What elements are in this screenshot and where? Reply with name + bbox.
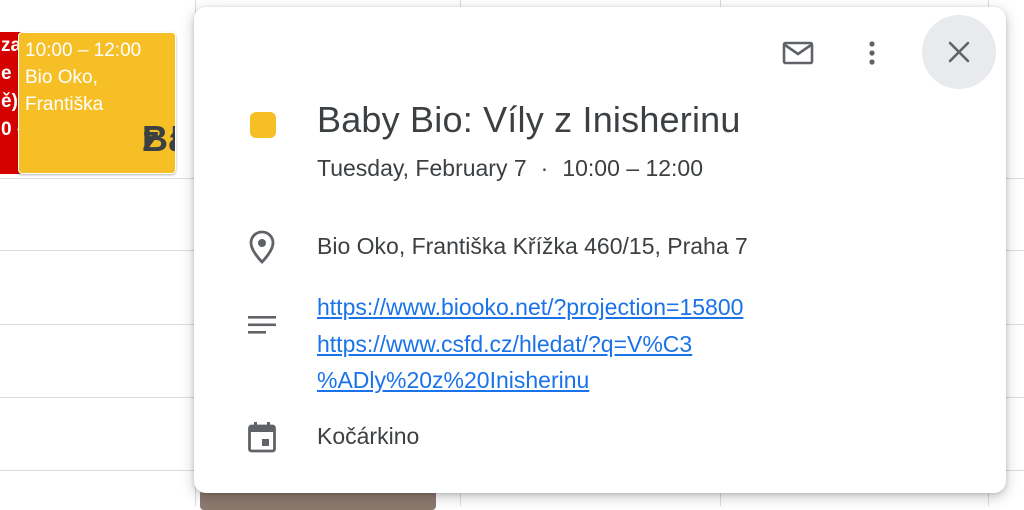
event-location: Františka [25,94,104,115]
separator-dot: · [540,155,549,181]
event-location: Bio Oko, Františka Křížka 460/15, Praha … [317,233,748,259]
event-color-swatch [250,112,276,138]
calendar-event-brown[interactable] [200,490,436,510]
email-guests-button[interactable] [776,31,820,75]
event-details-popup: Baby Bio: Víly z Inisherinu Tuesday, Feb… [194,7,1006,493]
mail-icon [782,41,814,65]
more-vert-icon [869,41,875,65]
close-icon [948,41,970,63]
calendar-icon [246,421,278,453]
event-description: https://www.biooko.net/?projection=15800… [317,289,743,399]
description-link[interactable]: %ADly%20z%20Inisherinu [317,362,743,399]
more-options-button[interactable] [850,31,894,75]
description-link[interactable]: https://www.csfd.cz/hledat/?q=V%C3 [317,326,743,363]
calendar-event-selected[interactable]: Baby Bio: Víly z Inisherinu 10:00 – 12:0… [18,32,176,174]
description-link[interactable]: https://www.biooko.net/?projection=15800 [317,289,743,326]
event-title: Baby Bio: Víly z Inisherinu [317,99,741,140]
calendar-name: Kočárkino [317,423,420,449]
event-datetime: Tuesday, February 7 · 10:00 – 12:00 [317,155,703,182]
event-time: 10:00 – 12:00 [25,40,142,61]
event-title: z Inisherinu [142,118,175,159]
close-button[interactable] [922,15,996,89]
event-time: 10:00 – 12:00 [562,155,704,181]
description-icon [246,309,278,341]
event-date: Tuesday, February 7 [317,155,527,181]
event-location: Bio Oko, [25,67,98,88]
location-icon [246,230,278,264]
